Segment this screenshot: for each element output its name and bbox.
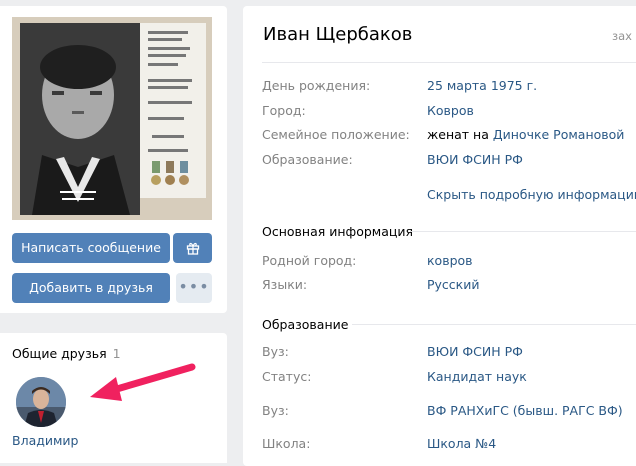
status-text[interactable]: зах [612, 29, 632, 43]
university-value[interactable]: ВФ РАНХиГС (бывш. РАГС ВФ) [427, 403, 623, 418]
university-value[interactable]: ВЮИ ФСИН РФ [427, 344, 523, 359]
main-info-title: Основная информация [262, 224, 414, 239]
education-section-title: Образование [262, 317, 349, 332]
send-gift-button[interactable] [173, 233, 212, 263]
school-label: Школа: [262, 436, 311, 451]
friend-avatar-image [16, 377, 66, 427]
page-title: Иван Щербаков [263, 24, 413, 45]
friend-avatar[interactable] [16, 377, 66, 427]
birthday-value[interactable]: 25 марта 1975 г. [427, 78, 537, 93]
more-actions-button[interactable]: ••• [176, 273, 212, 303]
profile-photo[interactable] [12, 17, 212, 220]
city-value[interactable]: Ковров [427, 103, 474, 118]
relationship-label: Семейное положение: [262, 127, 410, 142]
degree-status-label: Статус: [262, 369, 312, 384]
birthday-label: День рождения: [262, 78, 371, 93]
spouse-link[interactable]: Диночке Романовой [493, 127, 625, 142]
add-friend-button[interactable]: Добавить в друзья [12, 273, 170, 303]
profile-photo-image [12, 17, 212, 220]
languages-value[interactable]: Русский [427, 277, 479, 292]
school-value[interactable]: Школа №4 [427, 436, 496, 451]
hide-details-link[interactable]: Скрыть подробную информацию [427, 187, 636, 202]
university-label: Вуз: [262, 403, 289, 418]
languages-label: Языки: [262, 277, 308, 292]
education-label: Образование: [262, 152, 353, 167]
hometown-label: Родной город: [262, 253, 357, 268]
friend-name[interactable]: Владимир [12, 433, 78, 448]
red-arrow-annotation [90, 363, 196, 401]
divider [262, 62, 636, 63]
section-divider [352, 324, 636, 325]
hometown-value[interactable]: ковров [427, 253, 473, 268]
gift-icon [186, 242, 199, 255]
send-message-button[interactable]: Написать сообщение [12, 233, 170, 263]
relationship-value: женат на Диночке Романовой [427, 127, 624, 142]
education-value[interactable]: ВЮИ ФСИН РФ [427, 152, 523, 167]
university-label: Вуз: [262, 344, 289, 359]
section-divider [411, 231, 636, 232]
degree-status-value[interactable]: Кандидат наук [427, 369, 527, 384]
city-label: Город: [262, 103, 306, 118]
relationship-prefix: женат на [427, 127, 493, 142]
